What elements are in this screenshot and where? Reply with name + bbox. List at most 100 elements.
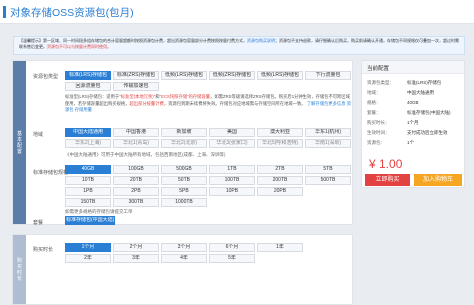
side-tab-duration: 购买时长 bbox=[13, 235, 26, 304]
duration-option[interactable]: 3个月 bbox=[161, 243, 207, 252]
summary-title: 当前配置 bbox=[362, 61, 464, 74]
desc-highlight: 的存储容量 bbox=[188, 94, 211, 99]
spec-description: 标准型(LRS)存储包：适用于"标准型(本地冗余)"和"ECS快照存储"的存储容… bbox=[65, 94, 351, 120]
capacity-option[interactable]: 2PB bbox=[113, 187, 159, 196]
duration-label: 购买时长 bbox=[33, 247, 54, 253]
capacity-option[interactable]: 5PB bbox=[161, 187, 207, 196]
package-label: 套餐 bbox=[33, 220, 44, 226]
notice-link[interactable]: 资源包购买说明 bbox=[247, 38, 275, 43]
summary-key: 购买时长： bbox=[367, 120, 390, 125]
region-option[interactable]: 美国 bbox=[209, 128, 255, 137]
title-accent bbox=[3, 6, 6, 18]
desc-highlight: "标准型(本地冗余)" bbox=[119, 94, 156, 99]
capacity-option[interactable]: 100TB bbox=[209, 176, 255, 185]
capacity-option[interactable]: 1TB bbox=[209, 165, 255, 174]
title-bar: 对象存储OSS资源包(包月) bbox=[0, 0, 474, 24]
capacity-option[interactable]: 150TB bbox=[65, 198, 111, 207]
region-option[interactable]: 中国香港 bbox=[113, 128, 159, 137]
region-option[interactable]: 新加坡 bbox=[161, 128, 207, 137]
region-option[interactable]: 华北1(青岛) bbox=[113, 139, 159, 148]
region-option[interactable]: 华北5(呼和浩特) bbox=[257, 139, 303, 148]
capacity-option[interactable]: 500TB bbox=[305, 176, 351, 185]
duration-option[interactable]: 5年 bbox=[209, 254, 255, 263]
region-option[interactable]: 华北2(北京) bbox=[161, 139, 207, 148]
region-option[interactable]: 华东1(杭州) bbox=[305, 128, 351, 137]
summary-value: 中国大陆通用 bbox=[407, 90, 434, 95]
notice-banner: 【温馨提示】第一区域、同一时间段多组存储包的合计容量超额时按照资源包计费，超出资… bbox=[13, 36, 465, 55]
notice-text-1: 第一区域、同一时间段多组存储包的合计容量超额时按照资源包计费，超出资源包容量部分… bbox=[43, 38, 247, 43]
page: 对象存储OSS资源包(包月) 【温馨提示】第一区域、同一时间段多组存储包的合计容… bbox=[0, 0, 474, 305]
summary-value: 标准存储包(中国大陆) bbox=[407, 110, 451, 115]
summary-key: 资源包类型： bbox=[367, 80, 394, 85]
duration-option[interactable]: 4年 bbox=[161, 254, 207, 263]
capacity-option[interactable]: 500GB bbox=[161, 165, 207, 174]
spec-option[interactable]: 标准(ZRS)存储包 bbox=[113, 71, 159, 80]
capacity-option[interactable]: 1000TB bbox=[161, 198, 207, 207]
capacity-option[interactable]: 300TB bbox=[113, 198, 159, 207]
desc-link[interactable]: 存储用量 bbox=[75, 107, 92, 112]
desc-link[interactable]: 了解存储包更多信息 bbox=[307, 101, 346, 106]
capacity-option[interactable]: 50TB bbox=[161, 176, 207, 185]
duration-option[interactable]: 2个月 bbox=[113, 243, 159, 252]
spec-option[interactable]: 回源流量包 bbox=[65, 82, 111, 91]
region-hint: 《中国大陆通用》可用于中国大陆所有地域，包括西南地区(成都、上海、深圳等) bbox=[65, 152, 226, 157]
region-option[interactable]: 华东2(上海) bbox=[65, 139, 111, 148]
capacity-option[interactable]: 40GB bbox=[65, 165, 111, 174]
spec-option[interactable]: 标准(LRS)存储包 bbox=[65, 71, 111, 80]
summary-key: 地域： bbox=[367, 90, 381, 95]
summary-panel: 当前配置 资源包类型： 标准(LRS)存储包 地域： 中国大陆通用 规格： 40GB … bbox=[361, 60, 465, 188]
capacity-option[interactable]: 5TB bbox=[305, 165, 351, 174]
notice-prefix: 【温馨提示】 bbox=[19, 38, 43, 43]
summary-row: 购买时长： 1个月 bbox=[367, 120, 419, 126]
summary-key: 生效时间： bbox=[367, 130, 390, 135]
summary-key: 资源包： bbox=[367, 140, 385, 145]
capacity-option[interactable]: 10PB bbox=[209, 187, 255, 196]
region-option[interactable]: 中国大陆通用 bbox=[65, 128, 111, 137]
summary-row: 资源包类型： 标准(LRS)存储包 bbox=[367, 80, 441, 86]
side-tab-basic-label: 基本配置 bbox=[16, 130, 22, 155]
capacity-hint: 如需更多规格的存储包请提交工单 bbox=[65, 209, 133, 214]
capacity-option[interactable]: 20TB bbox=[113, 176, 159, 185]
capacity-option[interactable]: 20PB bbox=[257, 187, 303, 196]
desc-text: 标准型(LRS)存储包：适用于 bbox=[65, 94, 120, 99]
summary-key: 套餐： bbox=[367, 110, 381, 115]
buy-now-button[interactable]: 立即购买 bbox=[365, 174, 410, 186]
package-option[interactable]: 标准存储包(中国大陆) bbox=[65, 216, 115, 225]
page-title: 对象存储OSS资源包(包月) bbox=[10, 7, 134, 19]
summary-row: 地域： 中国大陆通用 bbox=[367, 90, 434, 96]
duration-option[interactable]: 6个月 bbox=[209, 243, 255, 252]
region-option[interactable]: 华南1(深圳) bbox=[305, 139, 351, 148]
region-option[interactable]: 澳大利亚 bbox=[257, 128, 303, 137]
side-tab-basic: 基本配置 bbox=[13, 61, 26, 224]
duration-option[interactable]: 3年 bbox=[113, 254, 159, 263]
add-to-cart-button[interactable]: 加入购物车 bbox=[414, 174, 462, 186]
region-option[interactable]: 华北3(张家口) bbox=[209, 139, 255, 148]
config-card: 基本配置 资源包类型 标准(LRS)存储包 标准(ZRS)存储包 低频(LRS)… bbox=[12, 60, 353, 226]
capacity-option[interactable]: 200TB bbox=[257, 176, 303, 185]
duration-option[interactable]: 1个月 bbox=[65, 243, 111, 252]
duration-option[interactable]: 1年 bbox=[257, 243, 303, 252]
summary-value: 1个 bbox=[407, 140, 415, 145]
spec-option[interactable]: 低频(LRS)存储包 bbox=[161, 71, 207, 80]
summary-key: 规格： bbox=[367, 100, 381, 105]
capacity-option[interactable]: 2TB bbox=[257, 165, 303, 174]
summary-value: 标准(LRS)存储包 bbox=[407, 80, 442, 85]
spec-label: 资源包类型 bbox=[33, 74, 59, 80]
summary-row: 规格： 40GB bbox=[367, 100, 419, 106]
desc-highlight: 超出部分按量计费 bbox=[129, 100, 164, 106]
capacity-option[interactable]: 100GB bbox=[113, 165, 159, 174]
desc-text: ，资源包到期未续费将失效。存储包对应地域需与存储空间所在地域一致。 bbox=[163, 100, 306, 106]
spec-option[interactable]: 低频(ZRS)存储包 bbox=[209, 71, 255, 80]
capacity-option[interactable]: 10TB bbox=[65, 176, 111, 185]
region-label: 地域 bbox=[33, 132, 44, 138]
desc-highlight: "ECS快照存储" bbox=[159, 94, 189, 99]
spec-option[interactable]: 下行流量包 bbox=[305, 71, 351, 80]
capacity-option[interactable]: 1PB bbox=[65, 187, 111, 196]
summary-row: 套餐： 标准存储包(中国大陆) bbox=[367, 110, 451, 116]
duration-option[interactable]: 2年 bbox=[65, 254, 111, 263]
price-total: ¥ 1.00 bbox=[369, 157, 403, 171]
spec-option[interactable]: 传输加速包 bbox=[113, 82, 159, 91]
notice-warn: 资源包不可以与按量计费同时使用。 bbox=[47, 44, 111, 49]
spec-option[interactable]: 低频(LRS)存储包 bbox=[257, 71, 303, 80]
summary-row: 生效时间： 支付成功后立即生效 bbox=[367, 130, 448, 136]
